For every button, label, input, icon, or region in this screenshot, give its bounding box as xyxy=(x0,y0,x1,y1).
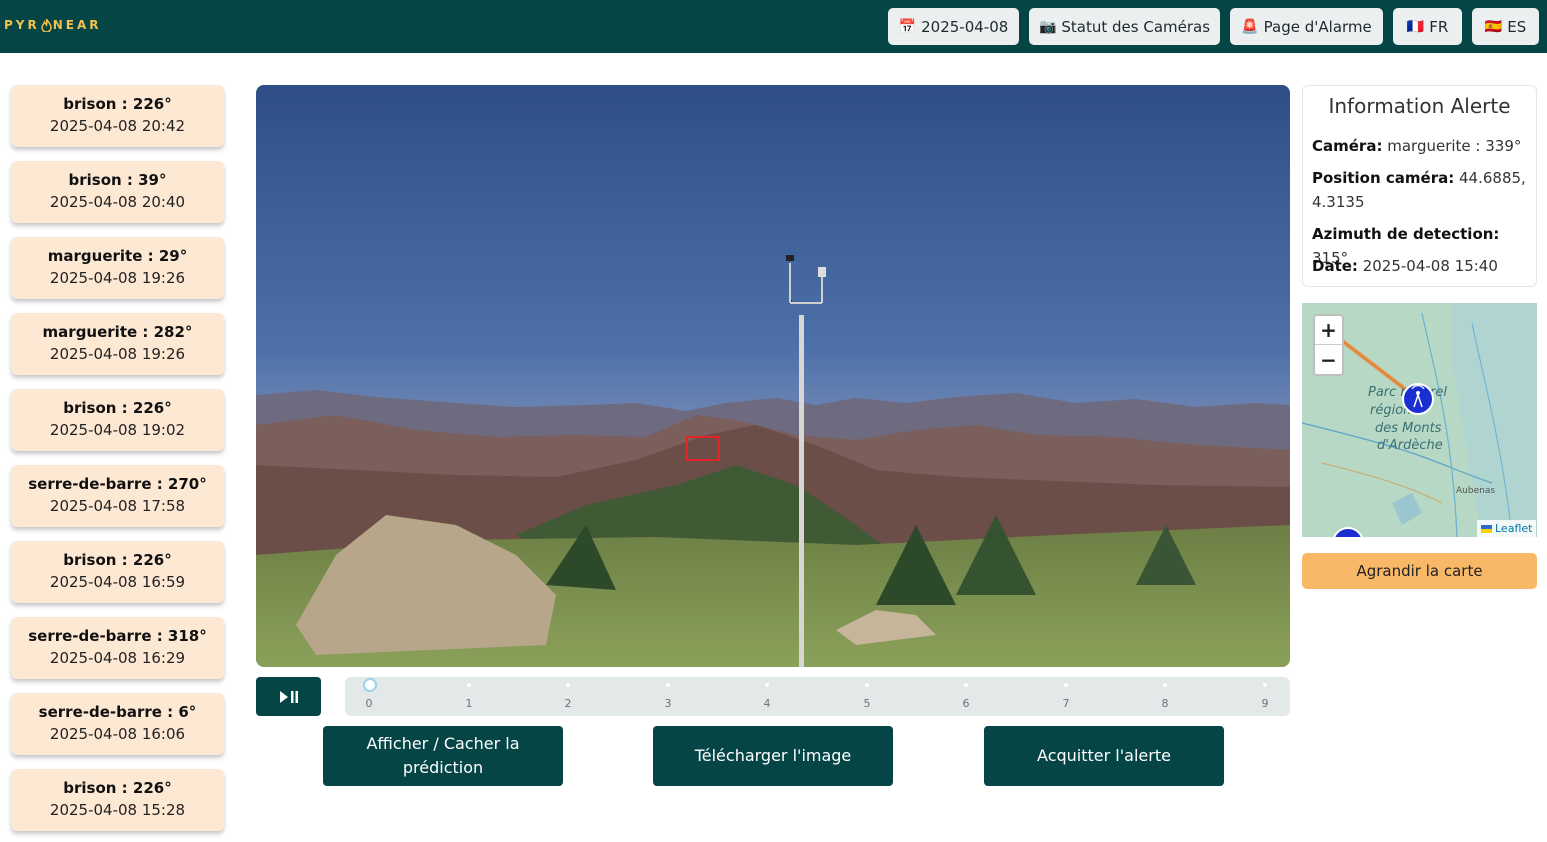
slider-tick-label: 6 xyxy=(962,697,970,710)
leaflet-link[interactable]: Leaflet xyxy=(1495,522,1532,535)
map-attribution[interactable]: Leaflet xyxy=(1477,520,1537,537)
alert-card[interactable]: brison : 226° 2025-04-08 15:28 xyxy=(11,769,224,831)
slider-tick xyxy=(1163,683,1167,687)
date-picker-label: 2025-04-08 xyxy=(921,17,1009,36)
alert-title: brison : 226° xyxy=(63,551,172,569)
acknowledge-alert-button[interactable]: Acquitter l'alerte xyxy=(984,726,1224,786)
alert-card[interactable]: serre-de-barre : 6° 2025-04-08 16:06 xyxy=(11,693,224,755)
play-pause-button[interactable] xyxy=(256,677,321,716)
alert-card[interactable]: serre-de-barre : 270° 2025-04-08 17:58 xyxy=(11,465,224,527)
alert-time: 2025-04-08 16:06 xyxy=(49,725,186,743)
slider-tick xyxy=(964,683,968,687)
pyronear-logo[interactable]: PYR NEAR xyxy=(4,17,102,33)
alert-time: 2025-04-08 19:26 xyxy=(49,269,186,287)
alert-title: brison : 226° xyxy=(63,779,172,797)
lang-es-label: ES xyxy=(1507,17,1527,36)
info-camera-row: Caméra: marguerite : 339° xyxy=(1312,134,1530,158)
alert-time: 2025-04-08 15:28 xyxy=(49,801,186,819)
siren-icon: 🚨 xyxy=(1241,18,1259,35)
zoom-in-button[interactable]: + xyxy=(1315,316,1342,345)
alert-card[interactable]: marguerite : 282° 2025-04-08 19:26 xyxy=(11,313,224,375)
alert-card[interactable]: brison : 226° 2025-04-08 19:02 xyxy=(11,389,224,451)
flag-es-icon: 🇪🇸 xyxy=(1484,18,1503,35)
top-navbar: PYR NEAR 📅 2025-04-08 📷 Statut des Camér… xyxy=(0,0,1547,53)
info-position-label: Position caméra: xyxy=(1312,169,1455,187)
slider-tick xyxy=(1064,683,1068,687)
alert-title: brison : 226° xyxy=(63,399,172,417)
download-image-button[interactable]: Télécharger l'image xyxy=(653,726,893,786)
map-place-label: des Monts xyxy=(1375,421,1442,436)
slider-tick xyxy=(1263,683,1267,687)
slider-tick-label: 9 xyxy=(1261,697,1269,710)
camera-marker-icon[interactable] xyxy=(1402,383,1434,415)
slider-tick-label: 7 xyxy=(1062,697,1070,710)
alert-info-title: Information Alerte xyxy=(1328,94,1511,118)
slider-tick-label: 0 xyxy=(365,697,373,710)
alert-title: marguerite : 29° xyxy=(47,247,188,265)
lang-fr-label: FR xyxy=(1429,17,1449,36)
alert-time: 2025-04-08 19:26 xyxy=(49,345,186,363)
alert-title: brison : 39° xyxy=(68,171,167,189)
alert-title: serre-de-barre : 6° xyxy=(38,703,197,721)
alert-title: serre-de-barre : 318° xyxy=(28,627,207,645)
lang-fr-button[interactable]: 🇫🇷 FR xyxy=(1393,8,1462,45)
slider-tick-label: 5 xyxy=(863,697,871,710)
slider-tick-label: 2 xyxy=(564,697,572,710)
map-zoom-control: + − xyxy=(1313,314,1344,376)
slider-tick xyxy=(566,683,570,687)
expand-map-button[interactable]: Agrandir la carte xyxy=(1302,553,1537,589)
camera-icon: 📷 xyxy=(1038,18,1057,35)
alert-card[interactable]: serre-de-barre : 318° 2025-04-08 16:29 xyxy=(11,617,224,679)
camera-frame-image xyxy=(256,85,1290,667)
slider-thumb[interactable] xyxy=(363,678,377,692)
alert-title: serre-de-barre : 270° xyxy=(28,475,207,493)
alert-time: 2025-04-08 17:58 xyxy=(49,497,186,515)
alert-time: 2025-04-08 20:40 xyxy=(49,193,186,211)
slider-tick xyxy=(865,683,869,687)
info-camera-value: marguerite : 339° xyxy=(1387,137,1522,155)
play-pause-icon xyxy=(279,690,298,703)
alert-time: 2025-04-08 20:42 xyxy=(49,117,186,135)
alert-card[interactable]: brison : 226° 2025-04-08 20:42 xyxy=(11,85,224,147)
ukraine-flag-icon xyxy=(1481,524,1492,533)
camera-status-label: Statut des Caméras xyxy=(1061,17,1211,36)
camera-status-button[interactable]: 📷 Statut des Caméras xyxy=(1029,8,1220,45)
alarm-page-label: Page d'Alarme xyxy=(1263,17,1372,36)
zoom-out-button[interactable]: − xyxy=(1315,345,1342,374)
info-date-row: Date: 2025-04-08 15:40 xyxy=(1312,254,1530,278)
info-date-label: Date: xyxy=(1312,257,1358,275)
slider-tick xyxy=(467,683,471,687)
flame-icon xyxy=(40,18,52,32)
flag-fr-icon: 🇫🇷 xyxy=(1406,18,1425,35)
date-picker-button[interactable]: 📅 2025-04-08 xyxy=(888,8,1019,45)
slider-tick-label: 3 xyxy=(664,697,672,710)
info-azimuth-label: Azimuth de detection: xyxy=(1312,225,1500,243)
map-town-label: Aubenas xyxy=(1456,486,1495,496)
alert-time: 2025-04-08 19:02 xyxy=(49,421,186,439)
info-camera-label: Caméra: xyxy=(1312,137,1383,155)
alert-time: 2025-04-08 16:59 xyxy=(49,573,186,591)
info-date-value: 2025-04-08 15:40 xyxy=(1362,257,1498,275)
alert-card[interactable]: brison : 226° 2025-04-08 16:59 xyxy=(11,541,224,603)
slider-tick-label: 4 xyxy=(763,697,771,710)
alert-info-panel: Information Alerte Caméra: marguerite : … xyxy=(1302,85,1537,287)
slider-tick-label: 1 xyxy=(465,697,473,710)
lang-es-button[interactable]: 🇪🇸 ES xyxy=(1472,8,1539,45)
alarm-page-button[interactable]: 🚨 Page d'Alarme xyxy=(1230,8,1383,45)
alert-title: brison : 226° xyxy=(63,95,172,113)
info-position-row: Position caméra: 44.6885, 4.3135 xyxy=(1312,166,1530,214)
alert-title: marguerite : 282° xyxy=(42,323,193,341)
toggle-prediction-button[interactable]: Afficher / Cacher la prédiction xyxy=(323,726,563,786)
alert-time: 2025-04-08 16:29 xyxy=(49,649,186,667)
alert-card[interactable]: brison : 39° 2025-04-08 20:40 xyxy=(11,161,224,223)
slider-tick xyxy=(666,683,670,687)
map-place-label: d'Ardèche xyxy=(1377,438,1443,453)
slider-tick-label: 8 xyxy=(1161,697,1169,710)
slider-tick xyxy=(765,683,769,687)
frame-slider[interactable]: 0 1 2 3 4 5 6 7 8 9 xyxy=(345,677,1290,716)
alert-card[interactable]: marguerite : 29° 2025-04-08 19:26 xyxy=(11,237,224,299)
calendar-icon: 📅 xyxy=(898,18,917,35)
